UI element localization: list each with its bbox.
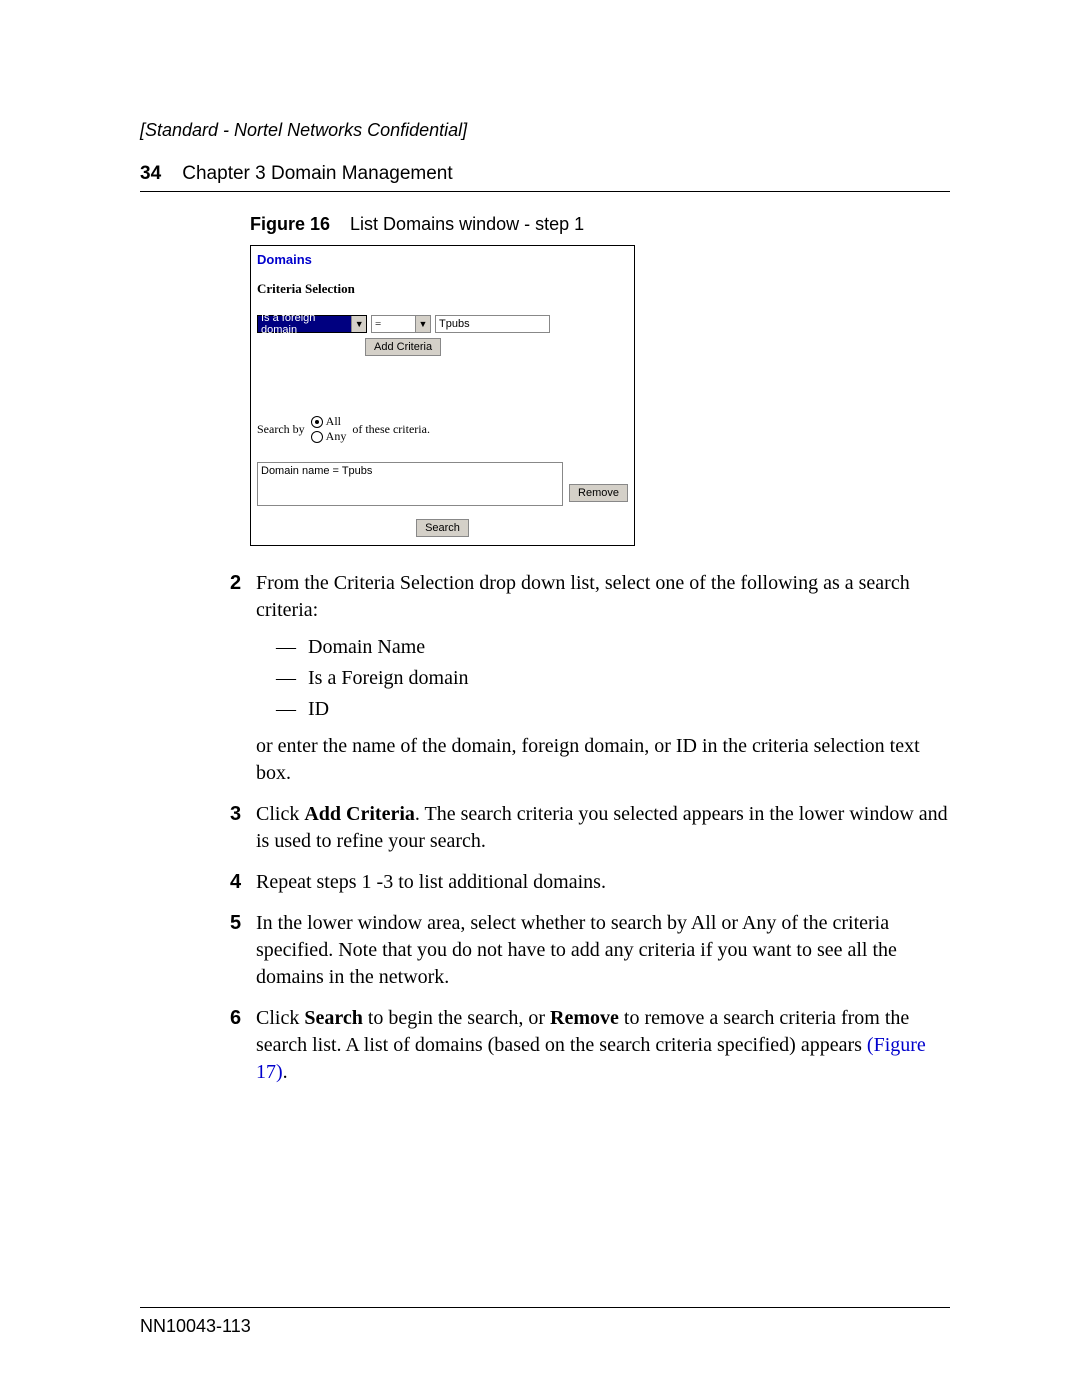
radio-any-label: Any (326, 429, 347, 444)
figure-label: Figure 16 (250, 214, 330, 234)
dash-icon: — (276, 665, 308, 692)
dash-icon: — (276, 696, 308, 723)
criteria-list-entry: Domain name = Tpubs (261, 465, 372, 477)
step-text: Click Add Criteria. The search criteria … (256, 801, 950, 855)
criteria-field-value: Is a foreign domain (261, 312, 351, 336)
criteria-selection-heading: Criteria Selection (257, 281, 628, 297)
step-4: 4 Repeat steps 1 -3 to list additional d… (230, 869, 950, 896)
step-3: 3 Click Add Criteria. The search criteri… (230, 801, 950, 855)
radio-all[interactable] (311, 416, 323, 428)
running-header: 34 Chapter 3 Domain Management (140, 163, 950, 192)
criteria-value-text: Tpubs (439, 318, 470, 330)
step-6: 6 Click Search to begin the search, or R… (230, 1005, 950, 1086)
step-5: 5 In the lower window area, select wheth… (230, 910, 950, 991)
option-foreign-domain: Is a Foreign domain (308, 665, 469, 692)
step-text: or enter the name of the domain, foreign… (256, 733, 950, 787)
step-number: 2 (230, 570, 256, 787)
step-text: In the lower window area, select whether… (256, 910, 950, 991)
criteria-field-select[interactable]: Is a foreign domain ▼ (257, 315, 367, 333)
searchby-suffix: of these criteria. (352, 422, 430, 437)
confidential-header: [Standard - Nortel Networks Confidential… (140, 120, 950, 141)
option-domain-name: Domain Name (308, 634, 425, 661)
figure-caption: Figure 16 List Domains window - step 1 (250, 214, 950, 235)
criteria-value-input[interactable]: Tpubs (435, 315, 550, 333)
searchby-prefix: Search by (257, 422, 305, 437)
criteria-listbox[interactable]: Domain name = Tpubs (257, 462, 563, 506)
step-number: 4 (230, 869, 256, 896)
add-criteria-button[interactable]: Add Criteria (365, 338, 441, 356)
step-2: 2 From the Criteria Selection drop down … (230, 570, 950, 787)
remove-button[interactable]: Remove (569, 484, 628, 502)
radio-any[interactable] (311, 431, 323, 443)
chevron-down-icon: ▼ (351, 316, 366, 332)
chapter-title: Chapter 3 Domain Management (182, 163, 452, 184)
step-text: Repeat steps 1 -3 to list additional dom… (256, 869, 950, 896)
step-number: 6 (230, 1005, 256, 1086)
dash-icon: — (276, 634, 308, 661)
domains-window: Domains Criteria Selection Is a foreign … (250, 245, 635, 546)
doc-id: NN10043-113 (140, 1316, 251, 1336)
criteria-operator-select[interactable]: = ▼ (371, 315, 431, 333)
step-text: From the Criteria Selection drop down li… (256, 570, 950, 624)
window-title: Domains (257, 252, 628, 267)
page-footer: NN10043-113 (140, 1307, 950, 1337)
page-number: 34 (140, 163, 161, 184)
step-number: 5 (230, 910, 256, 991)
step-text: Click Search to begin the search, or Rem… (256, 1005, 950, 1086)
option-id: ID (308, 696, 329, 723)
radio-all-label: All (326, 414, 341, 429)
figure-caption-text: List Domains window - step 1 (350, 214, 584, 234)
search-button[interactable]: Search (416, 519, 469, 537)
step-number: 3 (230, 801, 256, 855)
criteria-operator-value: = (375, 318, 381, 330)
chevron-down-icon: ▼ (415, 316, 430, 332)
